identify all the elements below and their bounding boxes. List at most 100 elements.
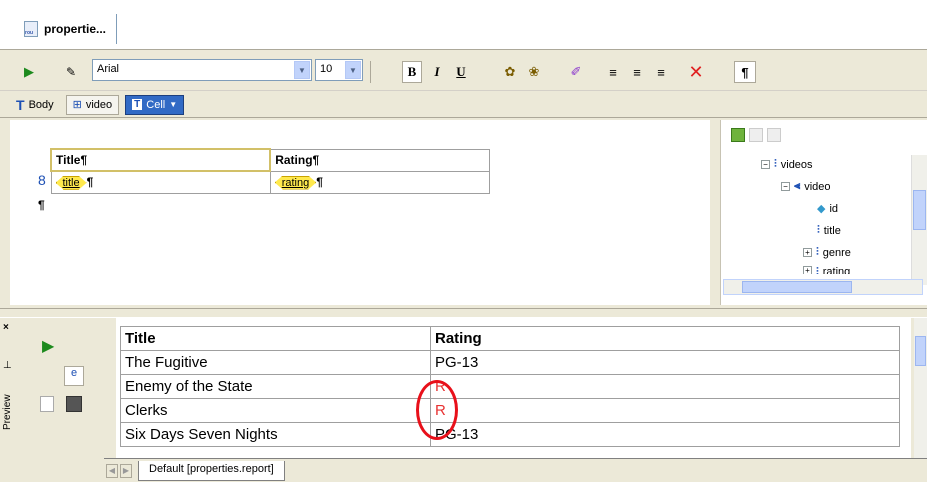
font-name-value: Arial xyxy=(97,63,120,75)
font-size-select[interactable]: 10 ▼ xyxy=(315,59,363,81)
report-file-icon xyxy=(24,21,38,37)
table-row: The Fugitive PG-13 xyxy=(120,350,900,375)
group-icon: ⫷ xyxy=(794,180,801,192)
pin-icon[interactable]: ⊥ xyxy=(3,360,12,371)
move-node-icon[interactable] xyxy=(767,128,781,142)
collapse-icon[interactable]: − xyxy=(781,182,790,191)
pane-splitter[interactable] xyxy=(0,308,927,318)
breadcrumb-body[interactable]: T Body xyxy=(10,95,60,115)
align-left-icon[interactable]: ≡ xyxy=(604,61,622,83)
eraser-icon[interactable]: ✐ xyxy=(566,61,586,83)
align-center-icon[interactable]: ≡ xyxy=(628,61,646,83)
save-icon[interactable] xyxy=(66,396,82,412)
document-tab[interactable]: propertie... xyxy=(14,14,118,44)
highlight-circle-annotation xyxy=(416,380,458,440)
data-cell-title[interactable]: title ¶ xyxy=(50,170,271,194)
tree-node-label: genre xyxy=(822,246,851,259)
cell-rating: PG-13 xyxy=(430,350,900,375)
font-name-select[interactable]: Arial ▼ xyxy=(92,59,312,81)
tree-node-label: id xyxy=(829,202,839,215)
pilcrow: ¶ xyxy=(316,174,323,189)
tree-node-videos[interactable]: − ⫶ videos xyxy=(761,158,813,171)
chevron-down-icon: ▼ xyxy=(169,100,178,109)
breadcrumb-label: Cell xyxy=(146,98,166,111)
run-preview-icon[interactable]: ▶ xyxy=(42,336,54,356)
expand-icon[interactable]: + xyxy=(803,266,812,274)
preview-output: Title Rating The Fugitive PG-13 Enemy of… xyxy=(116,318,911,458)
column-header: Title xyxy=(120,326,431,351)
tree-node-id[interactable]: ◆ id xyxy=(817,202,839,216)
expand-icon[interactable]: + xyxy=(803,248,812,257)
text-block-icon: T xyxy=(16,96,25,113)
breadcrumb-label: video xyxy=(85,98,113,111)
collapse-icon[interactable]: − xyxy=(761,160,770,169)
table-icon: ⊞ xyxy=(72,99,82,111)
underline-button[interactable]: U xyxy=(452,61,470,83)
breadcrumb-video[interactable]: ⊞ video xyxy=(65,94,120,115)
tree-node-title[interactable]: ⫶ title xyxy=(817,224,841,237)
previous-tab-icon[interactable]: ◀ xyxy=(106,463,118,478)
bold-button[interactable]: B xyxy=(402,61,422,83)
tree-node-rating[interactable]: + ⫶ rating xyxy=(803,266,850,274)
tree-node-label: videos xyxy=(780,158,813,171)
text-color-icon[interactable]: ❀ xyxy=(524,61,544,83)
toolbar-divider xyxy=(370,61,371,83)
tree-node-label: rating xyxy=(822,266,851,274)
tree-node-label: video xyxy=(804,180,831,193)
browser-preview-icon[interactable]: e xyxy=(64,366,84,386)
chevron-down-icon[interactable]: ▼ xyxy=(294,61,310,79)
rating-field-tag[interactable]: rating xyxy=(275,176,317,190)
data-tree-panel: − ⫶ videos − ⫷ video ◆ id ⫶ title + ⫶ ge… xyxy=(720,120,927,305)
tree-horizontal-scrollbar[interactable] xyxy=(723,279,923,295)
cell-title: Enemy of the State xyxy=(120,374,431,399)
document-tab-strip: propertie... xyxy=(0,0,927,50)
tree-node-genre[interactable]: + ⫶ genre xyxy=(803,246,851,259)
design-table: Title¶ Rating¶ title ¶ rating ¶ xyxy=(49,148,491,194)
table-row: Six Days Seven Nights PG-13 xyxy=(120,422,900,447)
tree-vertical-scrollbar[interactable] xyxy=(911,155,927,285)
cell-rating: PG-13 xyxy=(430,422,900,447)
font-size-value: 10 xyxy=(320,63,333,75)
show-formatting-button[interactable]: ¶ xyxy=(734,61,756,83)
header-cell-title[interactable]: Title¶ xyxy=(49,148,272,172)
tree-node-label: title xyxy=(823,224,841,237)
cell-icon: T xyxy=(132,99,143,110)
preview-table: Title Rating The Fugitive PG-13 Enemy of… xyxy=(120,326,900,447)
brush-icon[interactable]: ✎ xyxy=(62,61,80,83)
chevron-down-icon[interactable]: ▼ xyxy=(345,61,361,79)
document-icon[interactable] xyxy=(40,396,54,412)
header-cell-rating[interactable]: Rating¶ xyxy=(269,148,491,172)
scrollbar-thumb[interactable] xyxy=(913,190,926,230)
breadcrumb-label: Body xyxy=(28,98,54,111)
run-icon[interactable]: ▶ xyxy=(20,61,38,83)
scrollbar-thumb[interactable] xyxy=(915,336,926,366)
preview-side-label: Preview xyxy=(2,394,13,430)
preview-vertical-scrollbar[interactable] xyxy=(914,318,927,458)
pilcrow: ¶ xyxy=(86,174,94,189)
column-header: Rating xyxy=(430,326,900,351)
breadcrumb: T Body ⊞ video T Cell ▼ xyxy=(0,92,927,118)
remove-node-icon[interactable] xyxy=(749,128,763,142)
pilcrow: ¶ xyxy=(38,198,45,212)
attribute-icon: ◆ xyxy=(817,203,826,215)
design-canvas[interactable]: Title¶ Rating¶ title ¶ rating ¶ 8 ¶ xyxy=(10,120,710,305)
align-right-icon[interactable]: ≡ xyxy=(652,61,670,83)
data-cell-rating[interactable]: rating ¶ xyxy=(269,170,491,194)
table-row: Title¶ Rating¶ xyxy=(49,148,491,172)
cell-title: The Fugitive xyxy=(120,350,431,375)
formatting-toolbar: ▶ ✎ Arial ▼ 10 ▼ B I U ✿ ❀ ✐ ≡ ≡ ≡ ✕ ¶ xyxy=(0,51,927,91)
tree-node-video[interactable]: − ⫷ video xyxy=(781,180,831,193)
element-icon: ⫶ xyxy=(816,266,819,274)
close-icon[interactable]: × xyxy=(3,322,9,333)
delete-icon[interactable]: ✕ xyxy=(686,61,706,83)
sheet-tab-default[interactable]: Default [properties.report] xyxy=(138,460,285,481)
preview-sidebar: × ⊥ ▶ e xyxy=(0,318,110,482)
breadcrumb-cell[interactable]: T Cell ▼ xyxy=(125,94,185,115)
italic-button[interactable]: I xyxy=(428,61,446,83)
table-row: Clerks R xyxy=(120,398,900,423)
scrollbar-thumb[interactable] xyxy=(742,281,852,293)
highlight-color-icon[interactable]: ✿ xyxy=(500,61,520,83)
next-tab-icon[interactable]: ▶ xyxy=(120,463,132,478)
title-field-tag[interactable]: title xyxy=(56,176,87,190)
add-node-icon[interactable] xyxy=(731,128,745,142)
